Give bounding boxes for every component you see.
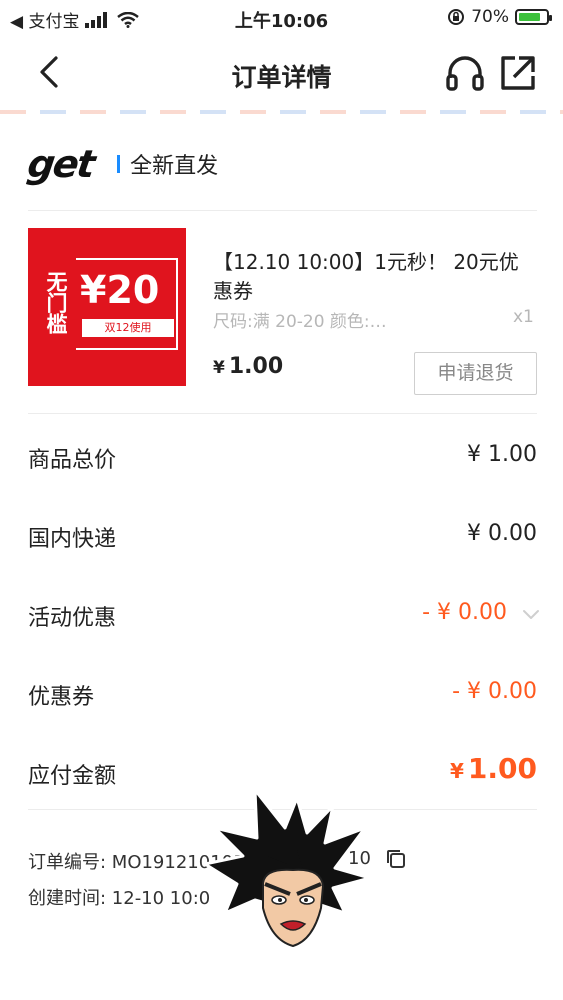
product-spec: 尺码:满 20-20 颜色:… [213,312,387,332]
promotion-value: - ¥ 0.00 [422,600,507,625]
payable-label: 应付金额 [28,764,117,789]
payable-row: 应付金额 ¥1.00 [28,752,537,792]
product-price: ¥1.00 [213,354,283,379]
order-created-time: 创建时间: 12-10 10:0 [28,888,211,909]
items-total-value: ¥ 1.00 [467,442,537,467]
shop-separator [117,155,121,173]
coupon-label: 优惠券 [28,685,95,710]
product-image-badge: 双12使用 [82,319,174,337]
nav-bar: 订单详情 [0,36,563,112]
shipping-label: 国内快递 [28,527,117,552]
rotation-lock-icon [448,9,465,25]
status-bar: ◀ 支付宝 上午10:06 70% [0,0,563,36]
character-sticker [205,788,372,948]
product-title[interactable]: 【12.10 10:00】1元秒！ 20元优惠券 [213,248,523,306]
chevron-down-icon[interactable] [521,604,541,624]
payable-amount: ¥1.00 [450,752,537,785]
shop-name: 全新直发 [130,154,219,179]
product-image[interactable]: 无门槛 ¥20 双12使用 [28,228,186,386]
payable-value: 1.00 [467,752,537,785]
copy-icon[interactable] [386,849,406,869]
shipping-value: ¥ 0.00 [467,521,537,546]
divider [28,210,537,211]
order-detail-page: ◀ 支付宝 上午10:06 70% 订单详情 get 全新直发 无门槛 ¥20 … [0,0,563,1000]
coupon-row: 优惠券 - ¥ 0.00 [28,673,537,713]
product-price-value: 1.00 [228,354,284,379]
shop-header[interactable]: get 全新直发 [24,142,219,186]
battery-icon [515,9,552,25]
product-price-currency: ¥ [213,358,225,378]
payable-currency: ¥ [449,759,464,783]
items-total-label: 商品总价 [28,448,117,473]
coupon-value: - ¥ 0.00 [452,679,537,704]
product-image-amount: ¥20 [80,268,160,312]
battery-percent: 70% [471,7,509,27]
decorative-stripe [0,110,563,114]
shipping-row: 国内快递 ¥ 0.00 [28,515,537,555]
refund-button[interactable]: 申请退货 [414,352,537,395]
promotion-label: 活动优惠 [28,606,117,631]
share-icon[interactable] [497,52,539,94]
product-quantity: x1 [513,307,534,327]
product-image-side-label: 无门槛 [44,270,68,334]
headset-icon[interactable] [444,52,486,94]
items-total-row: 商品总价 ¥ 1.00 [28,436,537,476]
promotion-row[interactable]: 活动优惠 - ¥ 0.00 [28,594,539,634]
status-right: 70% [447,7,552,27]
product-image-side-text: 无门槛 [36,252,76,352]
divider [28,413,537,414]
shop-logo: get [24,142,97,186]
